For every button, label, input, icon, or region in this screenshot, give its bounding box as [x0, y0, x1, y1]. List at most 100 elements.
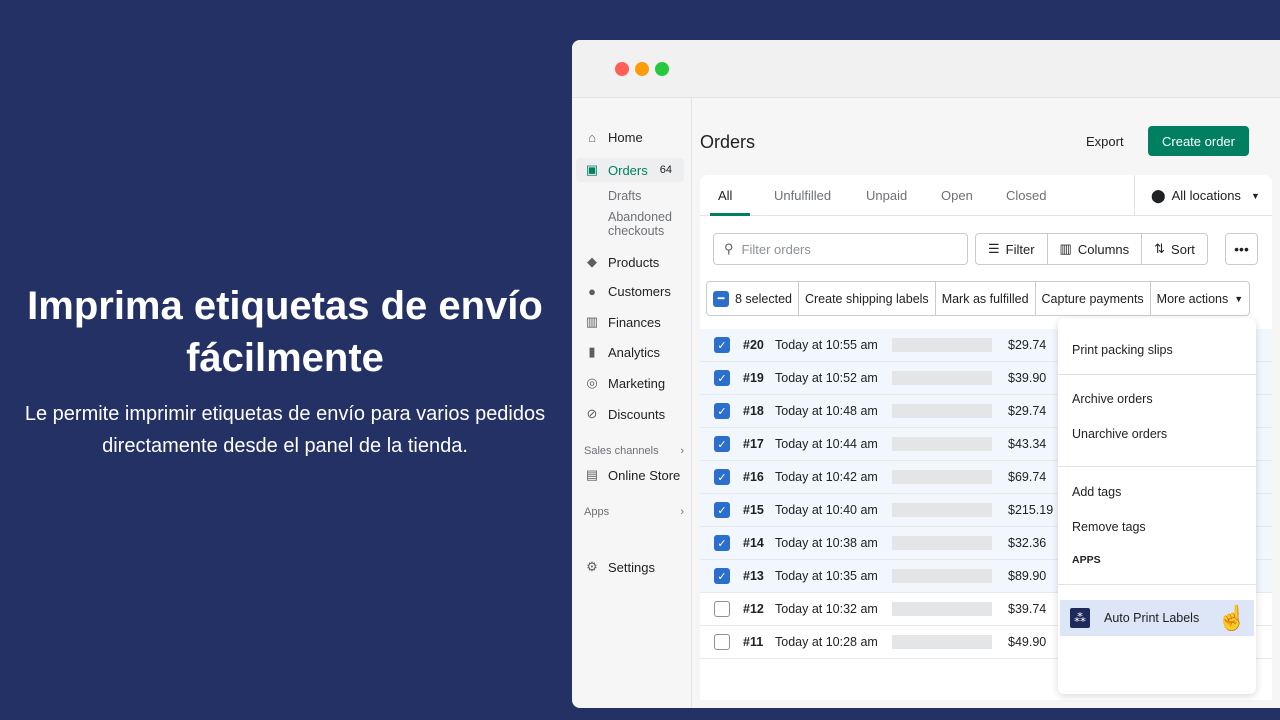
app-window: ⌂ Home ▣ Orders 64 Drafts Abandoned checkou…	[572, 40, 1280, 708]
row-checkbox[interactable]: ✓	[714, 403, 730, 419]
tab-open[interactable]: Open	[941, 188, 973, 203]
more-actions-button[interactable]: More actions ▼	[1151, 282, 1249, 315]
row-checkbox[interactable]	[714, 601, 730, 617]
sidebar-item-label: Orders	[608, 162, 648, 178]
row-checkbox[interactable]: ✓	[714, 337, 730, 353]
order-number[interactable]: #13	[743, 569, 775, 583]
order-total: $49.90	[1008, 635, 1047, 649]
columns-icon: ▥	[1059, 241, 1072, 256]
order-total: $215.19	[1008, 503, 1054, 517]
sidebar-item-products[interactable]: ◆ Products	[584, 254, 659, 270]
order-number[interactable]: #11	[743, 635, 775, 649]
section-label: Apps	[584, 506, 610, 518]
order-total: $29.74	[1008, 338, 1047, 352]
chevron-right-icon: ›	[680, 506, 684, 518]
row-checkbox[interactable]: ✓	[714, 502, 730, 518]
order-number[interactable]: #19	[743, 371, 775, 385]
redacted-customer-placeholder	[892, 536, 992, 550]
sidebar-item-label: Discounts	[608, 406, 666, 422]
sidebar-item-label: Marketing	[608, 375, 666, 391]
order-number[interactable]: #15	[743, 503, 775, 517]
row-checkbox[interactable]: ✓	[714, 436, 730, 452]
sidebar-sales-channels[interactable]: Sales channels ›	[584, 445, 684, 457]
tab-unfulfilled[interactable]: Unfulfilled	[774, 188, 831, 203]
row-checkbox[interactable]: ✓	[714, 370, 730, 386]
capture-payments-button[interactable]: Capture payments	[1036, 282, 1151, 315]
menu-item-auto-print-labels[interactable]: ⁂ Auto Print Labels ☝	[1060, 600, 1254, 636]
indeterminate-checkbox-icon: ━	[713, 290, 729, 307]
maximize-window-button[interactable]	[655, 62, 669, 76]
row-checkbox[interactable]: ✓	[714, 568, 730, 584]
sort-button[interactable]: ⇅ Sort	[1142, 234, 1207, 264]
menu-divider	[1058, 374, 1256, 375]
locations-dropdown[interactable]: ⬤ All locations ▼	[1134, 175, 1272, 216]
order-number[interactable]: #12	[743, 602, 775, 616]
order-total: $32.36	[1008, 536, 1047, 550]
columns-label: Columns	[1077, 241, 1130, 257]
minimize-window-button[interactable]	[635, 62, 649, 76]
sidebar-item-customers[interactable]: ● Customers	[584, 284, 671, 299]
order-total: $39.90	[1008, 371, 1047, 385]
menu-item-unarchive-orders[interactable]: Unarchive orders	[1072, 427, 1167, 441]
redacted-customer-placeholder	[892, 404, 992, 418]
menu-item-remove-tags[interactable]: Remove tags	[1072, 520, 1146, 534]
redacted-customer-placeholder	[892, 338, 992, 352]
gear-icon: ⚙	[586, 559, 598, 574]
filter-orders-input[interactable]: ⚲ Filter orders	[713, 233, 968, 265]
create-shipping-labels-button[interactable]: Create shipping labels	[799, 282, 936, 315]
hero-title: Imprima etiquetas de envío fácilmente	[27, 284, 543, 380]
sidebar-item-analytics[interactable]: ▮ Analytics	[584, 344, 660, 360]
title-bar	[572, 40, 1280, 98]
sidebar-item-settings[interactable]: ⚙ Settings	[584, 559, 655, 575]
select-all-checkbox[interactable]: ━ 8 selected	[707, 282, 799, 315]
menu-item-archive-orders[interactable]: Archive orders	[1072, 392, 1153, 406]
order-number[interactable]: #20	[743, 338, 775, 352]
close-window-button[interactable]	[615, 62, 629, 76]
more-options-button[interactable]: •••	[1225, 233, 1258, 265]
row-checkbox[interactable]: ✓	[714, 535, 730, 551]
sidebar-item-discounts[interactable]: ⊘ Discounts	[584, 406, 666, 422]
redacted-customer-placeholder	[892, 602, 992, 616]
more-actions-label: More actions	[1156, 291, 1229, 306]
sidebar-item-label: Analytics	[608, 344, 661, 360]
order-total: $39.74	[1008, 602, 1047, 616]
create-order-button[interactable]: Create order	[1148, 126, 1249, 156]
ellipsis-icon: •••	[1234, 241, 1249, 257]
bulk-actions-bar: ━ 8 selected Create shipping labels Mark …	[706, 281, 1251, 316]
chevron-right-icon: ›	[680, 445, 684, 457]
order-date: Today at 10:35 am	[775, 569, 878, 583]
order-date: Today at 10:55 am	[775, 338, 878, 352]
order-number[interactable]: #14	[743, 536, 775, 550]
columns-button[interactable]: ▥ Columns	[1048, 234, 1143, 264]
order-date: Today at 10:44 am	[775, 437, 878, 451]
tab-all[interactable]: All	[718, 188, 732, 203]
row-checkbox[interactable]	[714, 634, 730, 650]
order-number[interactable]: #17	[743, 437, 775, 451]
sidebar-item-marketing[interactable]: ◎ Marketing	[584, 375, 665, 391]
tab-closed[interactable]: Closed	[1006, 188, 1046, 203]
tab-unpaid[interactable]: Unpaid	[866, 188, 907, 203]
bank-icon: ▥	[585, 314, 599, 329]
filter-button[interactable]: ☰ Filter	[976, 234, 1048, 264]
sidebar-apps[interactable]: Apps ›	[584, 506, 684, 518]
menu-item-print-packing-slips[interactable]: Print packing slips	[1072, 343, 1173, 357]
row-checkbox[interactable]: ✓	[714, 469, 730, 485]
order-number[interactable]: #18	[743, 404, 775, 418]
sidebar-item-orders[interactable]: ▣ Orders 64	[584, 162, 672, 178]
sidebar-item-label: Customers	[608, 284, 671, 299]
pointer-hand-cursor-icon: ☝	[1217, 604, 1248, 632]
mark-as-fulfilled-button[interactable]: Mark as fulfilled	[936, 282, 1036, 315]
location-pin-icon: ⬤	[1151, 187, 1166, 203]
sidebar-item-label: Online Store	[608, 467, 681, 483]
sidebar-item-online-store[interactable]: ▤ Online Store	[584, 467, 680, 483]
sidebar-item-drafts[interactable]: Drafts	[608, 189, 641, 203]
sidebar-item-finances[interactable]: ▥ Finances	[584, 314, 661, 330]
sidebar-item-label: Home	[608, 130, 643, 145]
sidebar-item-home[interactable]: ⌂ Home	[584, 130, 643, 145]
order-number[interactable]: #16	[743, 470, 775, 484]
filter-label: Filter	[1005, 241, 1035, 257]
sidebar-item-abandoned-checkouts[interactable]: Abandoned checkouts	[608, 210, 688, 238]
export-button[interactable]: Export	[1086, 134, 1124, 149]
order-date: Today at 10:52 am	[775, 371, 878, 385]
menu-item-add-tags[interactable]: Add tags	[1072, 485, 1121, 499]
